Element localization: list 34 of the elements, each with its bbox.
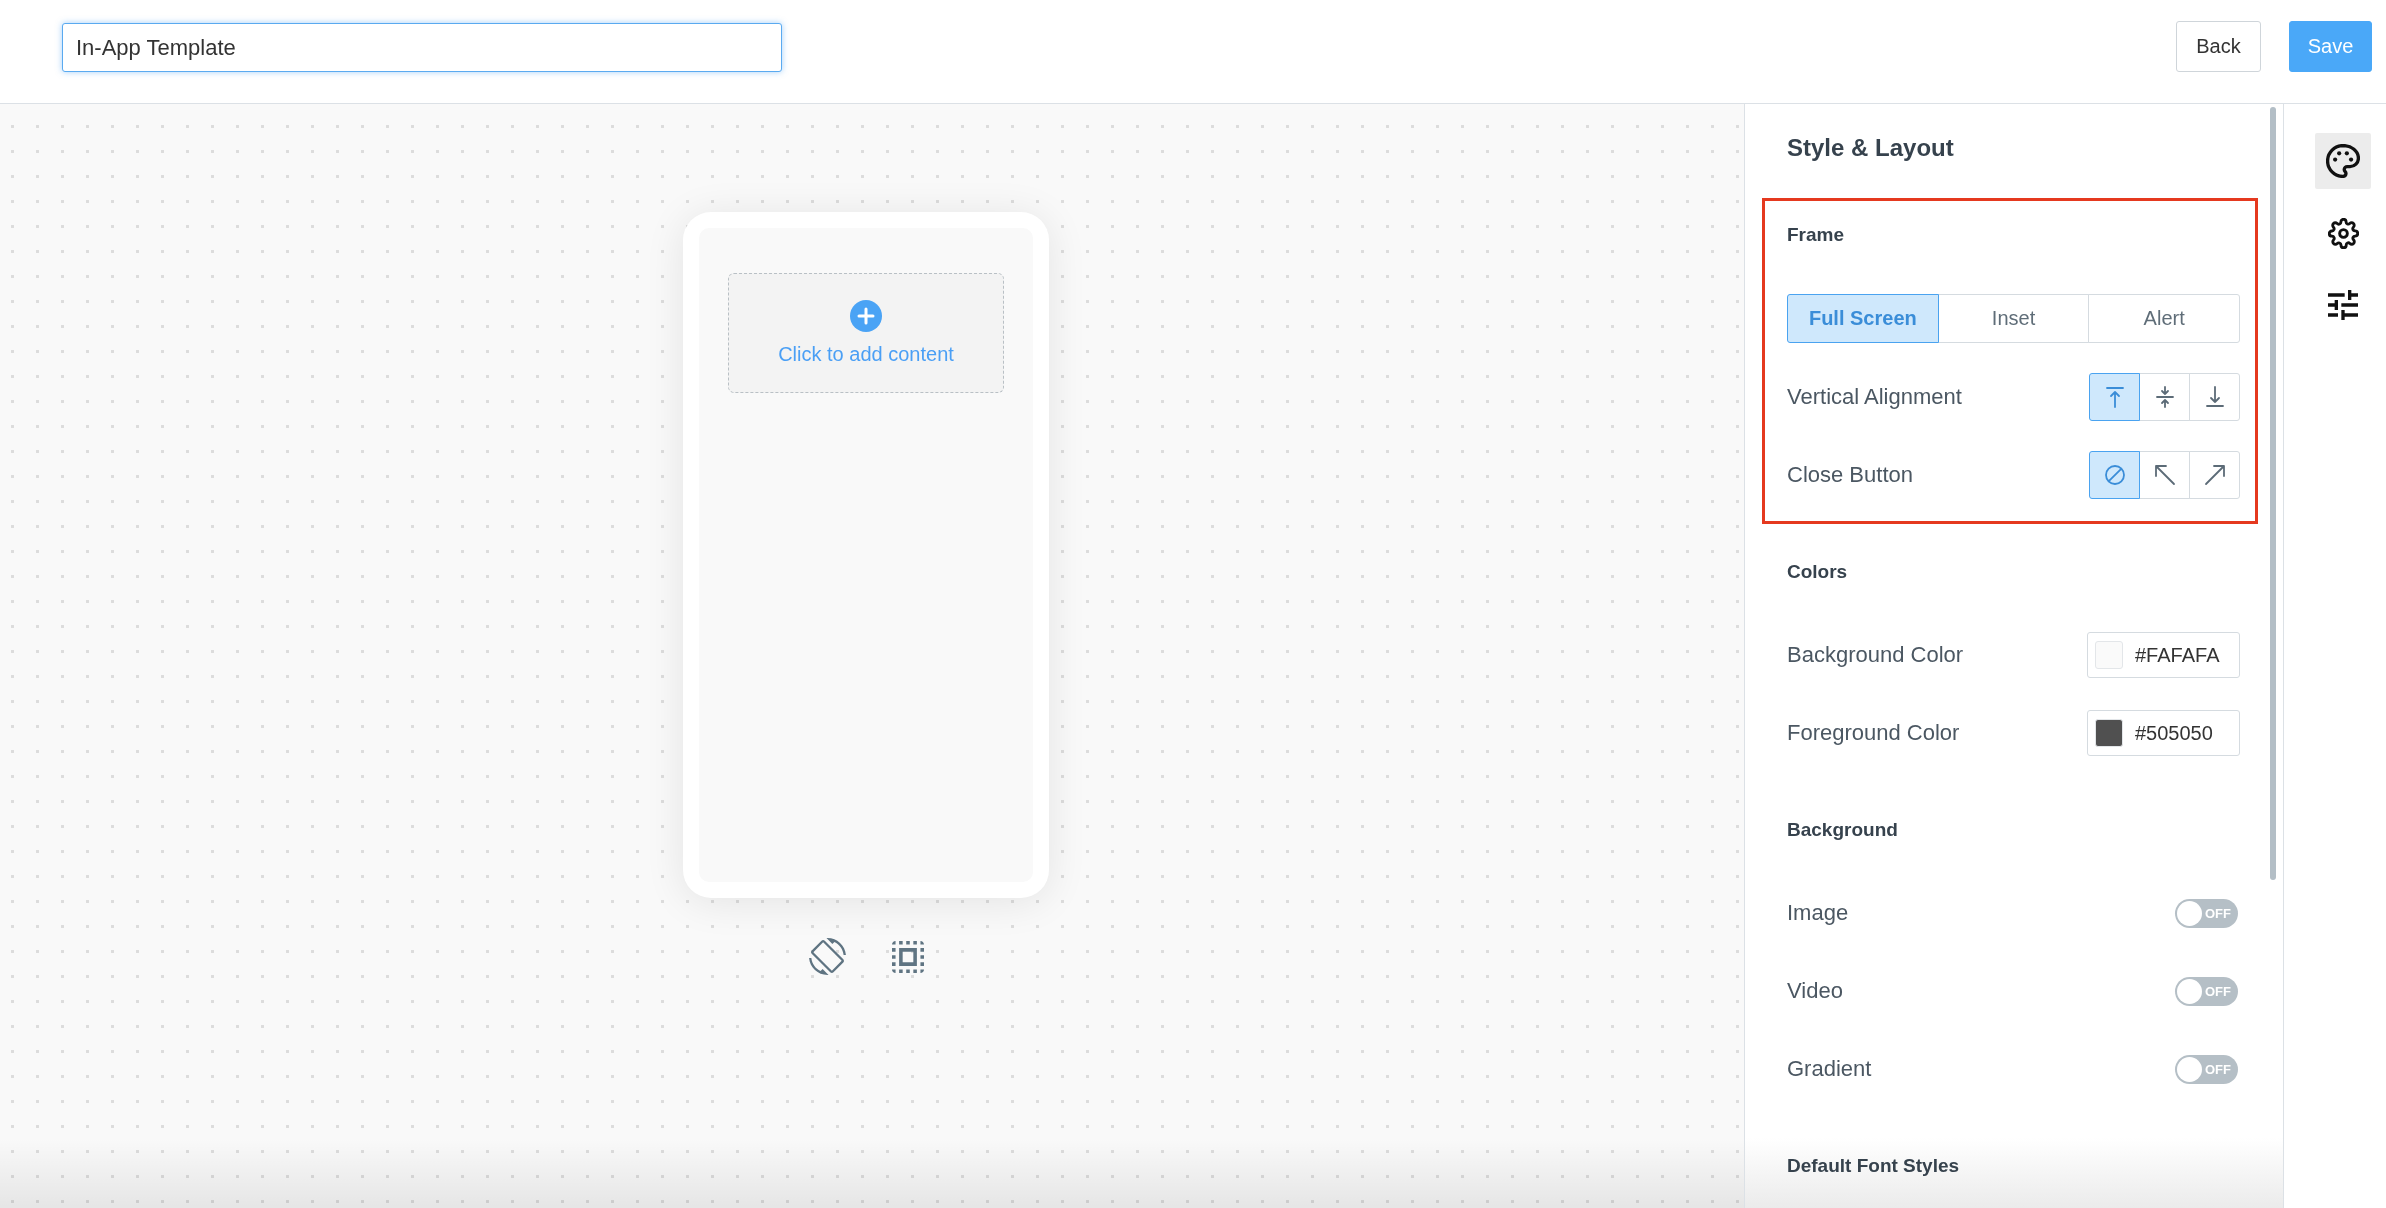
segment-tab[interactable]: Inset	[1937, 294, 2090, 343]
setting-label: Image	[1787, 900, 1849, 926]
setting-label: Background Color	[1787, 642, 1964, 668]
panel-title: Style & Layout	[1787, 133, 1954, 163]
section-heading: Background	[1787, 818, 1898, 842]
setting-label: Gradient	[1787, 1056, 1872, 1082]
align-top-icon	[2103, 386, 2126, 408]
color-field[interactable]: #505050	[2087, 710, 2240, 756]
scrollbar[interactable]	[2270, 107, 2276, 880]
arrow-up-left-icon	[2153, 464, 2176, 486]
align-middle-icon	[2153, 386, 2176, 408]
icon-option-button[interactable]	[2089, 373, 2140, 421]
section-heading: Default Font Styles	[1787, 1154, 1960, 1178]
plus-icon	[850, 300, 882, 332]
arrow-up-right-icon	[2203, 464, 2226, 486]
settings-icon	[2327, 217, 2359, 249]
palette-icon	[2326, 144, 2360, 178]
setting-label: Vertical Alignment	[1787, 384, 1962, 410]
color-field[interactable]: #FAFAFA	[2087, 632, 2240, 678]
prohibited-icon	[2103, 464, 2126, 486]
template-name-field[interactable]: In-App Template	[62, 23, 782, 72]
icon-option-button[interactable]	[2089, 451, 2140, 499]
segment-tab[interactable]: Alert	[2088, 294, 2240, 343]
section-heading: Colors	[1787, 560, 1848, 584]
segment-tab[interactable]: Full Screen	[1787, 294, 1939, 343]
back-button[interactable]: Back	[2176, 21, 2261, 72]
setting-label: Foreground Color	[1787, 720, 1960, 746]
setting-label: Close Button	[1787, 462, 1913, 488]
sidebar-tab[interactable]	[2315, 133, 2371, 189]
sliders-icon	[2328, 290, 2358, 320]
rotate-icon[interactable]	[808, 938, 846, 975]
section-heading: Frame	[1787, 223, 1845, 247]
align-bottom-icon	[2203, 386, 2226, 408]
setting-label: Video	[1787, 978, 1843, 1004]
